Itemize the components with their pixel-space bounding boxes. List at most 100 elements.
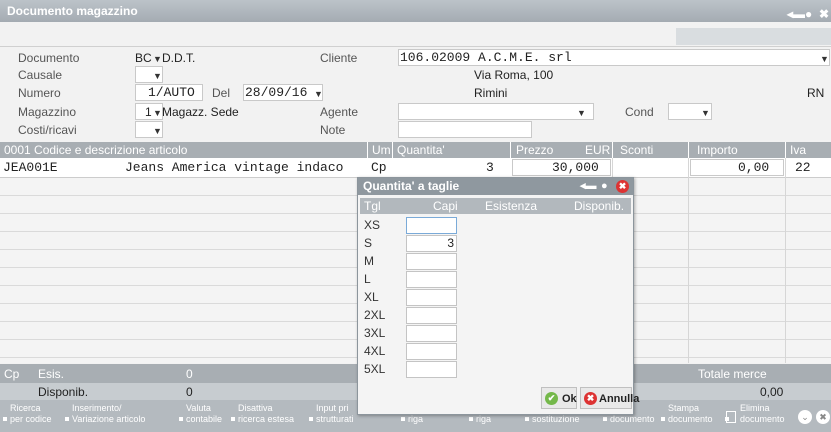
pin-icon[interactable]: ◂▬ <box>787 3 805 25</box>
tgl-label: M <box>364 254 374 268</box>
tgl-label: XS <box>364 218 381 232</box>
chevron-down-icon[interactable]: ▼ <box>153 105 162 121</box>
col-eur[interactable]: EUR <box>585 142 610 158</box>
col-importo[interactable]: Importo <box>697 142 738 158</box>
col-tgl: Tgl <box>364 199 381 213</box>
capi-field-3xl[interactable] <box>406 325 457 342</box>
capi-field-m[interactable] <box>406 253 457 270</box>
pin-icon[interactable]: ◂▬ <box>580 178 597 195</box>
button-label: Disattiva <box>238 403 273 413</box>
totale-label: Totale merce <box>698 367 767 381</box>
chevron-down-icon[interactable]: ▼ <box>153 51 162 67</box>
dialog-titlebar: Quantita' a taglie ◂▬ ● ✖ <box>358 178 633 195</box>
dialog-grid-header: Tgl Capi Esistenza Disponib. <box>360 198 631 214</box>
col-sconti[interactable]: Sconti <box>620 142 653 158</box>
chevron-down-icon[interactable]: ▼ <box>153 123 162 139</box>
minimize-icon[interactable]: ● <box>601 178 608 195</box>
row-codice[interactable]: JEA001E <box>3 160 58 176</box>
annulla-button[interactable]: ✖ Annulla <box>580 387 639 409</box>
del-label: Del <box>212 86 231 100</box>
close-icon[interactable]: ✖ <box>819 3 829 25</box>
button-label: Inserimento/ <box>72 403 122 413</box>
button-label: Valuta <box>186 403 211 413</box>
button-label: Elimina <box>740 403 770 413</box>
chevron-down-icon[interactable]: ▼ <box>577 105 586 121</box>
tgl-label: L <box>364 272 371 286</box>
col-esistenza: Esistenza <box>485 199 538 213</box>
documento-label: Documento <box>18 51 80 65</box>
disponib-value: 0 <box>186 385 193 399</box>
cliente-value: 106.02009 A.C.M.E. srl <box>400 50 572 65</box>
chevron-down-icon[interactable]: ▼ <box>314 86 323 102</box>
capi-field-2xl[interactable] <box>406 307 457 324</box>
importo-field[interactable] <box>690 159 784 176</box>
row-quantita[interactable]: 3 <box>486 160 494 176</box>
window-titlebar: Documento magazzino ◂▬ ● ✖ <box>0 0 831 22</box>
chevron-down-icon[interactable]: ▼ <box>701 105 710 121</box>
button-label: documento <box>668 414 713 424</box>
footer-um: Cp <box>4 367 20 381</box>
costi-label: Costi/ricavi <box>18 123 77 137</box>
capi-field-4xl[interactable] <box>406 343 457 360</box>
chevron-down-icon[interactable]: ▼ <box>820 51 829 67</box>
button-label: riga <box>476 414 492 424</box>
chevron-down-icon[interactable]: ▼ <box>153 68 162 84</box>
ok-label: Ok <box>562 393 577 405</box>
header-divider <box>0 46 831 47</box>
annulla-label: Annulla <box>599 393 640 405</box>
ok-button[interactable]: ✔ Ok <box>541 387 577 409</box>
quantita-taglie-dialog: Quantita' a taglie ◂▬ ● ✖ Tgl Capi Esist… <box>357 177 639 415</box>
address-province: RN <box>807 86 825 100</box>
tgl-label: 5XL <box>364 362 386 376</box>
agente-field[interactable] <box>398 103 594 120</box>
close-icon[interactable]: ✖ <box>616 180 629 193</box>
capi-field-5xl[interactable] <box>406 361 457 378</box>
tgl-label: XL <box>364 290 379 304</box>
col-quantita[interactable]: Quantita' <box>397 142 445 158</box>
tgl-label: 2XL <box>364 308 386 322</box>
grid-col-divider <box>785 158 786 363</box>
minimize-icon[interactable]: ● <box>805 3 812 25</box>
capi-field-s[interactable]: 3 <box>406 235 457 252</box>
stampa-documento-button[interactable]: Stampa documento <box>660 403 720 429</box>
col-iva[interactable]: Iva <box>790 142 806 158</box>
valuta-contabile-button[interactable]: Valuta contabile <box>178 403 228 429</box>
input-strutturati-button[interactable]: Input pri strutturati <box>308 403 356 429</box>
magazzino-value: Magazz. Sede <box>162 105 239 119</box>
documento-type: D.D.T. <box>162 51 196 65</box>
inserimento-articolo-button[interactable]: Inserimento/Variazione articolo <box>64 403 176 429</box>
capi-field-l[interactable] <box>406 271 457 288</box>
row-um[interactable]: Cp <box>371 160 387 176</box>
address-street: Via Roma, 100 <box>474 68 554 82</box>
button-label: Ricerca <box>10 403 41 413</box>
ricerca-codice-button[interactable]: Ricerca per codice <box>2 403 62 429</box>
table-row[interactable]: JEA001E Jeans America vintage indaco Cp … <box>0 158 831 178</box>
elimina-documento-button[interactable]: Elimina documento <box>724 403 794 429</box>
col-codice[interactable]: 0001 Codice e descrizione articolo <box>4 142 187 158</box>
close-icon: ✖ <box>584 392 597 405</box>
button-label: sostituzione <box>532 414 580 424</box>
row-descrizione[interactable]: Jeans America vintage indaco <box>125 160 343 176</box>
grid-header: 0001 Codice e descrizione articolo Um Qu… <box>0 142 831 158</box>
tgl-label: 4XL <box>364 344 386 358</box>
numero-label: Numero <box>18 86 61 100</box>
tgl-label: S <box>364 236 373 250</box>
cliente-label: Cliente <box>320 51 358 65</box>
agente-label: Agente <box>320 105 359 119</box>
chevron-down-icon[interactable]: ⌄ <box>798 410 812 424</box>
row-iva[interactable]: 22 <box>795 160 811 176</box>
button-label: riga <box>408 414 424 424</box>
dialog-title: Quantita' a taglie <box>363 179 460 193</box>
header-strip <box>676 28 831 45</box>
capi-field-xs[interactable] <box>406 217 457 234</box>
documento-field[interactable]: BC <box>135 50 152 66</box>
col-um[interactable]: Um <box>372 142 391 158</box>
note-field[interactable] <box>398 121 532 138</box>
cond-label: Cond <box>625 105 654 119</box>
disattiva-ricerca-button[interactable]: Disattiva ricerca estesa <box>230 403 306 429</box>
capi-field-xl[interactable] <box>406 289 457 306</box>
close-icon[interactable]: ✖ <box>816 410 830 424</box>
trash-icon <box>726 411 736 423</box>
col-prezzo[interactable]: Prezzo <box>516 142 553 158</box>
col-capi: Capi <box>433 199 458 213</box>
